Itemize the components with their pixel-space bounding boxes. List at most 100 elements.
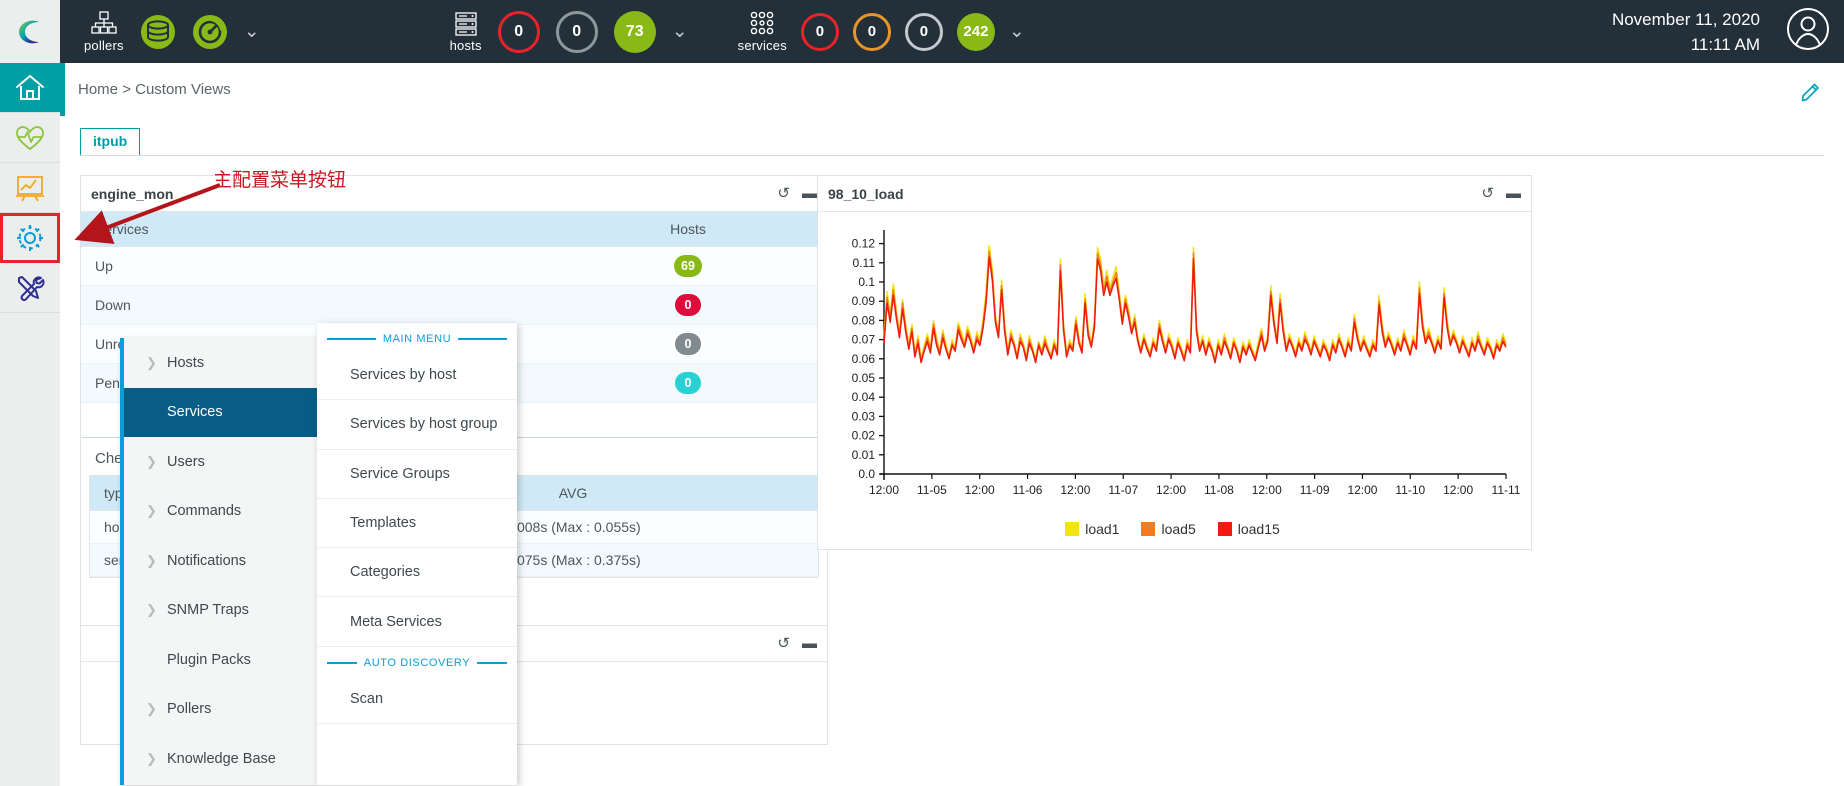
col-services: Services (81, 212, 549, 247)
refresh-icon[interactable]: ↺ (777, 186, 790, 201)
minimize-icon[interactable]: ▬ (1506, 186, 1521, 201)
submenu-item-services-by-host-group[interactable]: Services by host group (317, 400, 517, 450)
config-item-snmp-traps[interactable]: ❯ SNMP Traps (124, 586, 317, 636)
pollers-item[interactable]: pollers (84, 10, 124, 53)
svg-text:11-11: 11-11 (1492, 483, 1521, 497)
svg-text:11-09: 11-09 (1300, 483, 1330, 497)
app-logo[interactable] (0, 0, 60, 63)
svg-text:0.1: 0.1 (858, 275, 875, 289)
config-item-commands[interactable]: ❯ Commands (124, 487, 317, 537)
svg-text:12:00: 12:00 (1156, 483, 1186, 497)
refresh-icon[interactable]: ↺ (1481, 186, 1494, 201)
services-critical-counter[interactable]: 0 (800, 12, 839, 51)
chevron-right-icon: ❯ (146, 354, 157, 370)
widget-load-header: 98_10_load ↺ ▬ (818, 176, 1531, 212)
sidebar-item-administration[interactable] (0, 263, 60, 313)
section-title: AUTO DISCOVERY (363, 656, 471, 669)
submenu-item-scan[interactable]: Scan (317, 675, 517, 725)
pencil-icon (1801, 83, 1819, 102)
minimize-icon[interactable]: ▬ (802, 186, 817, 201)
services-dots-icon (750, 11, 774, 34)
services-item[interactable]: services (738, 11, 787, 53)
submenu-item-meta-services[interactable]: Meta Services (317, 597, 517, 647)
config-item-hosts[interactable]: ❯ Hosts (124, 338, 317, 388)
submenu-section-auto-discovery: AUTO DISCOVERY (317, 647, 517, 675)
section-rule-right (458, 338, 508, 340)
user-avatar[interactable] (1786, 7, 1830, 56)
hosts-unreachable-value: 0 (572, 22, 582, 40)
services-warning-value: 0 (867, 23, 877, 40)
legend-swatch (1217, 522, 1232, 536)
services-warning-counter[interactable]: 0 (852, 12, 891, 51)
load-line-chart: 0.0 0.01 0.02 0.03 0.04 0.05 0.06 0.07 0.08 0.09 0… (852, 230, 1521, 497)
hosts-down-counter[interactable]: 0 (497, 10, 540, 53)
sidebar-item-home[interactable] (0, 63, 60, 113)
sidebar-item-reporting[interactable] (0, 163, 60, 213)
database-icon[interactable] (140, 14, 176, 50)
hosts-dropdown-chevron-down-icon[interactable]: ⌄ (672, 22, 688, 41)
poller-dropdown-chevron-down-icon[interactable]: ⌄ (244, 22, 260, 41)
submenu-item-services-by-host[interactable]: Services by host (317, 351, 517, 401)
services-ok-counter[interactable]: 242 (956, 12, 995, 51)
config-item-services[interactable]: Services (124, 387, 317, 437)
services-status-group: services 0 0 0 242 ⌄ (738, 11, 1025, 53)
tab-itpub[interactable]: itpub (80, 128, 141, 155)
legend-item-load15[interactable]: load15 (1217, 521, 1280, 537)
configuration-submenu: MAIN MENU Services by host Services by h… (317, 323, 517, 785)
config-item-label: Plugin Packs (167, 651, 251, 668)
breadcrumb-home[interactable]: Home (78, 81, 118, 98)
submenu-section-main-menu: MAIN MENU (317, 323, 517, 351)
edit-button[interactable] (1800, 80, 1822, 107)
widget-load-chart: 98_10_load ↺ ▬ 0.0 0.01 0.02 0.03 0.04 0.05 0.… (817, 175, 1532, 550)
sidebar-item-configuration[interactable] (0, 213, 60, 263)
sidebar-item-monitoring[interactable] (0, 113, 60, 163)
status-count-cell: 0 (548, 324, 827, 364)
breadcrumb-separator: > (122, 81, 131, 98)
hosts-item[interactable]: hosts (450, 11, 482, 53)
legend-item-load1[interactable]: load1 (1065, 521, 1119, 537)
submenu-item-templates[interactable]: Templates (317, 499, 517, 549)
config-item-knowledge-base[interactable]: ❯ Knowledge Base (124, 734, 317, 784)
chevron-right-icon: ❯ (146, 503, 157, 519)
svg-text:11-10: 11-10 (1395, 483, 1425, 497)
submenu-item-service-groups[interactable]: Service Groups (317, 450, 517, 499)
col-hosts: Hosts (548, 212, 827, 247)
current-date: November 11, 2020 (1611, 9, 1760, 29)
pollers-label: pollers (84, 37, 124, 53)
config-item-notifications[interactable]: ❯ Notifications (124, 536, 317, 586)
svg-text:12:00: 12:00 (1060, 483, 1090, 497)
hosts-unreachable-counter[interactable]: 0 (555, 10, 598, 53)
left-icon-rail (0, 63, 60, 786)
config-item-label: Knowledge Base (167, 750, 276, 767)
table-row[interactable]: Down 0 (81, 285, 827, 325)
status-badge: 0 (674, 333, 701, 355)
config-item-users[interactable]: ❯ Users (124, 437, 317, 487)
chevron-right-icon: ❯ (146, 602, 157, 618)
svg-text:11-05: 11-05 (917, 483, 947, 497)
services-unknown-value: 0 (919, 23, 929, 40)
config-item-pollers[interactable]: ❯ Pollers (124, 685, 317, 735)
svg-text:0.08: 0.08 (852, 313, 876, 327)
services-unknown-counter[interactable]: 0 (904, 12, 943, 51)
config-item-plugin-packs[interactable]: Plugin Packs (124, 635, 317, 685)
hosts-up-counter[interactable]: 73 (613, 10, 656, 53)
status-label: Down (81, 285, 549, 325)
services-critical-value: 0 (815, 23, 825, 40)
chevron-right-icon: ❯ (146, 552, 157, 568)
submenu-item-categories[interactable]: Categories (317, 548, 517, 598)
minimize-icon[interactable]: ▬ (802, 636, 817, 651)
breadcrumb: Home > Custom Views (78, 81, 231, 98)
svg-text:12:00: 12:00 (869, 483, 899, 497)
gauge-icon[interactable] (192, 14, 228, 50)
legend-item-load5[interactable]: load5 (1141, 521, 1196, 537)
services-dropdown-chevron-down-icon[interactable]: ⌄ (1009, 22, 1025, 41)
legend-label: load5 (1161, 521, 1196, 537)
refresh-icon[interactable]: ↺ (777, 636, 790, 651)
config-item-label: Pollers (167, 701, 212, 718)
chevron-right-icon: ❯ (146, 701, 157, 717)
tools-icon (18, 275, 45, 301)
table-row[interactable]: Up 69 (81, 246, 827, 286)
legend-label: load1 (1085, 521, 1120, 537)
section-rule-left (327, 338, 376, 340)
status-count-cell: 0 (548, 363, 827, 403)
